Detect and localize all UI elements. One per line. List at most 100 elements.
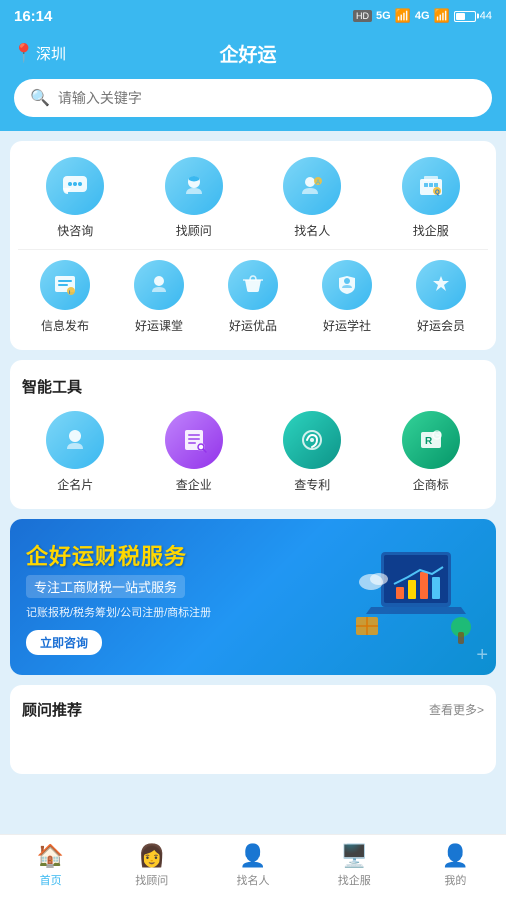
banner-subtitle: 专注工商财税一站式服务 [26,575,185,598]
course-icon [134,260,184,310]
member-icon [416,260,466,310]
4g-indicator: 4G [415,10,430,22]
advisor-title: 顾问推荐 [22,699,82,720]
location-name: 深圳 [36,43,66,64]
svg-text:A: A [316,180,320,186]
signal-icon-2: 📶 [434,8,450,24]
find-celebrity-item[interactable]: A 找名人 [255,157,370,239]
find-advisor-nav-icon: 👩 [138,843,165,869]
biz-card-item[interactable]: 企名片 [18,411,133,493]
search-icon: 🔍 [30,88,50,108]
community-label: 好运学社 [323,317,371,334]
find-advisor-nav-label: 找顾问 [135,872,168,888]
products-label: 好运优品 [229,317,277,334]
search-container: 🔍 [0,79,506,131]
find-celebrity-nav-icon: 👤 [239,843,266,869]
find-advisor-item[interactable]: 找顾问 [137,157,252,239]
plus-deco: + [476,644,488,667]
find-celebrity-nav-label: 找名人 [237,872,270,888]
nav-item-find-advisor[interactable]: 👩 找顾问 [101,843,202,888]
smart-tools-title: 智能工具 [18,376,488,397]
my-nav-label: 我的 [444,872,466,888]
svg-text:™: ™ [435,434,440,440]
signal-icon: 📶 [395,8,411,24]
app-title: 企好运 [66,40,430,67]
community-icon [322,260,372,310]
battery-icon [454,11,476,22]
banner-consult-btn[interactable]: 立即咨询 [26,630,102,655]
search-input[interactable] [58,90,476,106]
quick-menu-bottom-row: i 信息发布 好运课堂 [18,260,488,334]
nav-item-find-enterprise[interactable]: 🖥️ 找企服 [304,843,405,888]
status-time: 16:14 [14,8,52,25]
home-nav-label: 首页 [40,872,62,888]
banner-main-title: 企好运财税服务 [26,539,307,571]
my-nav-icon: 👤 [442,843,469,869]
smart-tools-section: 智能工具 企名片 [10,360,496,509]
check-trademark-icon: R ™ [402,411,460,469]
find-enterprise-nav-icon: 🖥️ [341,843,368,869]
banner-decoration [346,529,486,665]
info-publish-item[interactable]: i 信息发布 [18,260,112,334]
banner-section[interactable]: 企好运财税服务 专注工商财税一站式服务 记账报税/税务筹划/公司注册/商标注册 … [10,519,496,675]
info-publish-icon: i [40,260,90,310]
member-label: 好运会员 [417,317,465,334]
banner-desc: 记账报税/税务筹划/公司注册/商标注册 [26,604,307,620]
check-company-label: 查企业 [176,476,212,493]
check-patent-item[interactable]: 查专利 [255,411,370,493]
find-celebrity-label: 找名人 [294,222,330,239]
svg-text:R: R [425,436,433,447]
community-item[interactable]: 好运学社 [300,260,394,334]
course-item[interactable]: 好运课堂 [112,260,206,334]
banner-laptop-svg [351,542,481,652]
bottom-nav: 🏠 首页 👩 找顾问 👤 找名人 🖥️ 找企服 👤 我的 [0,834,506,898]
svg-text:Q: Q [435,190,440,196]
info-publish-label: 信息发布 [41,317,89,334]
member-item[interactable]: 好运会员 [394,260,488,334]
battery-level: 44 [480,10,492,22]
home-icon: 🏠 [37,843,64,869]
main-content: 快咨询 找顾问 A [0,131,506,854]
location-area[interactable]: 📍 深圳 [16,43,66,64]
quick-consult-label: 快咨询 [57,222,93,239]
check-company-icon [165,411,223,469]
location-pin-icon: 📍 [16,44,32,64]
quick-menu-top-row: 快咨询 找顾问 A [18,157,488,239]
find-celebrity-icon: A [283,157,341,215]
hd-badge: HD [353,10,372,22]
find-enterprise-item[interactable]: Q 找企服 [374,157,489,239]
advisor-more-link[interactable]: 查看更多> [429,701,484,718]
check-company-item[interactable]: 查企业 [137,411,252,493]
biz-card-icon [46,411,104,469]
find-advisor-icon [165,157,223,215]
app-header: 📍 深圳 企好运 [0,32,506,79]
quick-consult-item[interactable]: 快咨询 [18,157,133,239]
check-trademark-item[interactable]: R ™ 企商标 [374,411,489,493]
advisor-section: 顾问推荐 查看更多> [10,685,496,774]
quick-consult-icon [46,157,104,215]
check-patent-label: 查专利 [294,476,330,493]
status-icons: HD 5G 📶 4G 📶 44 [353,8,492,24]
battery-fill [456,13,465,20]
tools-grid: 企名片 查企业 [18,411,488,493]
status-bar: 16:14 HD 5G 📶 4G 📶 44 [0,0,506,32]
nav-item-find-celebrity[interactable]: 👤 找名人 [202,843,303,888]
nav-item-home[interactable]: 🏠 首页 [0,843,101,888]
find-enterprise-label: 找企服 [413,222,449,239]
quick-menu-section: 快咨询 找顾问 A [10,141,496,350]
biz-card-label: 企名片 [57,476,93,493]
search-bar[interactable]: 🔍 [14,79,492,117]
products-item[interactable]: 好运优品 [206,260,300,334]
5g-indicator: 5G [376,10,391,22]
advisor-content-placeholder [22,730,484,760]
advisor-header: 顾问推荐 查看更多> [22,699,484,720]
menu-divider [18,249,488,250]
banner-content: 企好运财税服务 专注工商财税一站式服务 记账报税/税务筹划/公司注册/商标注册 … [26,539,307,655]
find-advisor-label: 找顾问 [176,222,212,239]
find-enterprise-icon: Q [402,157,460,215]
products-icon [228,260,278,310]
find-enterprise-nav-label: 找企服 [338,872,371,888]
nav-item-my[interactable]: 👤 我的 [405,843,506,888]
check-trademark-label: 企商标 [413,476,449,493]
course-label: 好运课堂 [135,317,183,334]
